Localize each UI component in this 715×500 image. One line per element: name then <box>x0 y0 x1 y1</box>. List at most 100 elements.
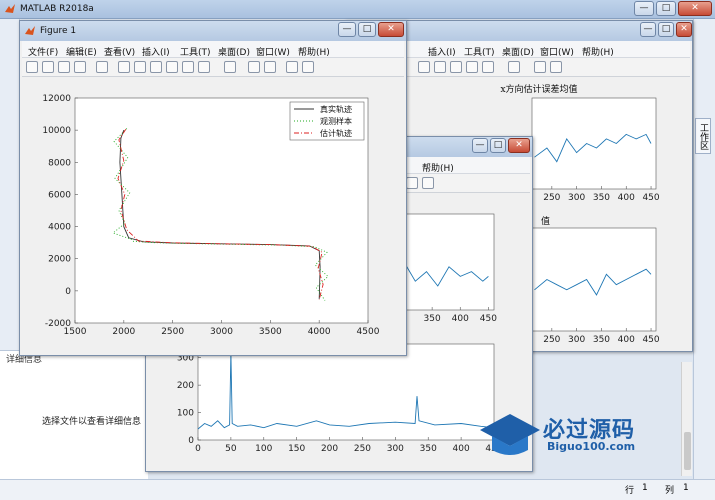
close-button[interactable]: ✕ <box>678 1 712 16</box>
x-tick-label: 400 <box>618 193 635 203</box>
trajectory-plot: 1500 2000 2500 3000 3500 4000 4500-20000200040… <box>20 78 406 355</box>
maximize-button[interactable]: □ <box>658 22 674 37</box>
zoom-out-icon[interactable] <box>134 61 146 73</box>
colorbar-icon[interactable] <box>534 61 546 73</box>
legend-icon[interactable] <box>264 61 276 73</box>
legend-icon[interactable] <box>422 177 434 189</box>
brush-icon[interactable] <box>482 61 494 73</box>
x-tick-label: 250 <box>543 335 560 345</box>
colorbar-icon[interactable] <box>406 177 418 189</box>
pan-icon[interactable] <box>150 61 162 73</box>
open-file-icon[interactable] <box>42 61 54 73</box>
x-tick-label: 4500 <box>357 327 380 337</box>
maximize-button[interactable]: □ <box>358 22 376 37</box>
figure-1-window[interactable]: Figure 1 — □ ✕ 文件(F) 编辑(E) 查看(V) 插入(I) 工… <box>19 20 407 356</box>
show-plot-tools-icon[interactable] <box>302 61 314 73</box>
datatip-icon[interactable] <box>466 61 478 73</box>
x-tick-label: 4000 <box>308 327 331 337</box>
menu-file[interactable]: 文件(F) <box>28 45 58 58</box>
brush-icon[interactable] <box>198 61 210 73</box>
menu-desktop[interactable]: 桌面(D) <box>502 45 534 58</box>
zoom-in-icon[interactable] <box>418 61 430 73</box>
y-tick-label: 0 <box>188 436 194 446</box>
x-tick-label: 300 <box>568 193 585 203</box>
status-row-label: 行 <box>625 486 635 496</box>
matlab-window-title: MATLAB R2018a <box>20 4 94 14</box>
link-plot-icon[interactable] <box>224 61 236 73</box>
close-button[interactable]: ✕ <box>508 138 530 153</box>
status-bar <box>0 479 715 500</box>
minimize-button[interactable]: — <box>338 22 356 37</box>
y-tick-label: -2000 <box>45 319 71 329</box>
x-tick-label: 150 <box>288 444 305 454</box>
scrollbar-thumb[interactable] <box>684 432 691 470</box>
x-tick-label: 100 <box>255 444 272 454</box>
x-tick-label: 0 <box>195 444 201 454</box>
x-tick-label: 200 <box>321 444 338 454</box>
workspace-tab[interactable]: 工作区 <box>695 118 711 154</box>
x-tick-label: 350 <box>420 444 437 454</box>
legend-icon[interactable] <box>550 61 562 73</box>
pointer-icon[interactable] <box>96 61 108 73</box>
status-col-label: 列 <box>665 486 675 496</box>
x-tick-label: 250 <box>543 193 560 203</box>
x-tick-label: 350 <box>593 335 610 345</box>
menu-desktop[interactable]: 桌面(D) <box>218 45 250 58</box>
status-row-value: 1 <box>642 483 648 493</box>
menu-help[interactable]: 帮助(H) <box>582 45 614 58</box>
y-tick-label: 4000 <box>48 223 71 233</box>
x-tick-label: 350 <box>424 314 441 324</box>
link-plot-icon[interactable] <box>508 61 520 73</box>
minimize-button[interactable]: — <box>640 22 656 37</box>
axes-x-error <box>531 97 657 190</box>
close-button[interactable]: ✕ <box>676 22 692 37</box>
chart-title-fragment: 值 <box>541 215 550 227</box>
menu-insert[interactable]: 插入(I) <box>142 45 170 58</box>
print-icon[interactable] <box>74 61 86 73</box>
menu-window[interactable]: 窗口(W) <box>256 45 290 58</box>
x-tick-label: 50 <box>225 444 237 454</box>
menu-tools[interactable]: 工具(T) <box>464 45 495 58</box>
maximize-button[interactable]: □ <box>656 1 676 16</box>
menu-help[interactable]: 帮助(H) <box>422 161 454 174</box>
menu-help[interactable]: 帮助(H) <box>298 45 330 58</box>
x-tick-label: 300 <box>387 444 404 454</box>
menu-insert[interactable]: 插入(I) <box>428 45 456 58</box>
minimize-button[interactable]: — <box>472 138 488 153</box>
x-tick-label: 2500 <box>161 327 184 337</box>
y-tick-label: 100 <box>177 409 194 419</box>
matlab-titlebar[interactable]: MATLAB R2018a — □ ✕ <box>0 0 715 19</box>
legend-entry-true: 真实轨迹 <box>320 104 352 114</box>
x-tick-label: 2000 <box>112 327 135 337</box>
menu-window[interactable]: 窗口(W) <box>540 45 574 58</box>
hide-plot-tools-icon[interactable] <box>286 61 298 73</box>
left-panel-strip <box>0 19 20 359</box>
figure-titlebar[interactable]: Figure 1 — □ ✕ <box>20 21 406 41</box>
menu-view[interactable]: 查看(V) <box>104 45 135 58</box>
zoom-in-icon[interactable] <box>118 61 130 73</box>
watermark-text-en: Biguo100.com <box>547 440 636 453</box>
minimize-button[interactable]: — <box>634 1 654 16</box>
zoom-out-icon[interactable] <box>434 61 446 73</box>
x-tick-label: 3000 <box>210 327 233 337</box>
x-tick-label: 400 <box>453 444 470 454</box>
colorbar-icon[interactable] <box>248 61 260 73</box>
legend-entry-observed: 观测样本 <box>320 116 352 126</box>
x-tick-label: 3500 <box>259 327 282 337</box>
y-tick-label: 10000 <box>42 126 71 136</box>
rotate-icon[interactable] <box>166 61 178 73</box>
menu-edit[interactable]: 编辑(E) <box>66 45 97 58</box>
save-icon[interactable] <box>58 61 70 73</box>
x-tick-label: 450 <box>642 193 659 203</box>
menu-tools[interactable]: 工具(T) <box>180 45 211 58</box>
x-tick-label: 450 <box>480 314 497 324</box>
command-window-scrollbar[interactable] <box>681 362 692 476</box>
matlab-logo-icon <box>5 4 15 13</box>
maximize-button[interactable]: □ <box>490 138 506 153</box>
legend-entry-estimate: 估计轨迹 <box>320 128 352 138</box>
y-tick-label: 2000 <box>48 255 71 265</box>
rotate-icon[interactable] <box>450 61 462 73</box>
close-button[interactable]: ✕ <box>378 22 404 37</box>
new-figure-icon[interactable] <box>26 61 38 73</box>
datatip-icon[interactable] <box>182 61 194 73</box>
